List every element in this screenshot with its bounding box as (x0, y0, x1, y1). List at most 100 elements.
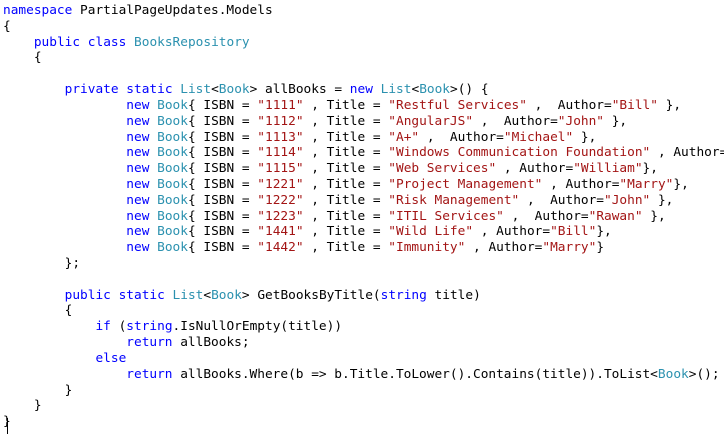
code-string-literal: "Web Services" (388, 161, 497, 177)
code-type-name: Book (157, 97, 188, 113)
code-string-literal: "1111" (257, 97, 304, 113)
code-line: } (3, 414, 724, 430)
code-type-name: List (172, 287, 204, 303)
code-keyword: static (118, 287, 165, 303)
code-string-literal: "Rawan" (588, 208, 643, 224)
code-string-literal: "Bill" (550, 224, 597, 240)
code-text: , Author= (473, 113, 558, 129)
code-text: }; (3, 256, 81, 271)
code-string-literal: "Marry" (542, 240, 597, 256)
code-keyword: new (126, 145, 150, 161)
code-block[interactable]: namespace PartialPageUpdates.Models { pub… (3, 3, 724, 430)
code-keyword: new (126, 224, 150, 240)
code-line: public class BooksRepository (3, 35, 724, 51)
code-line: new Book{ ISBN = "1115" , Title = "Web S… (3, 161, 724, 177)
code-text: , Title = (303, 208, 389, 224)
code-text: < (203, 287, 212, 303)
code-string-literal: "1115" (257, 161, 304, 177)
code-keyword: new (126, 176, 150, 192)
code-type-name: BooksRepository (134, 34, 250, 50)
code-line: return allBooks; (3, 335, 724, 351)
code-line: }; (3, 256, 724, 272)
code-text: , Author= (473, 224, 551, 240)
code-string-literal: "1114" (257, 145, 304, 161)
code-type-name: Book (157, 113, 188, 129)
code-line: new Book{ ISBN = "1112" , Title = "Angul… (3, 114, 724, 130)
code-type-name: Book (157, 129, 188, 145)
code-keyword: return (126, 335, 173, 351)
code-line: } (3, 383, 724, 399)
code-line: if (string.IsNullOrEmpty(title)) (3, 319, 724, 335)
code-string-literal: "Michael" (503, 129, 574, 145)
code-line: namespace PartialPageUpdates.Models (3, 3, 724, 19)
code-editor[interactable]: namespace PartialPageUpdates.Models { pub… (0, 0, 724, 442)
code-type-name: Book (218, 82, 250, 98)
code-text: { (3, 50, 42, 66)
code-line: new Book{ ISBN = "1221" , Title = "Proje… (3, 177, 724, 193)
code-text: , Author= (465, 240, 543, 256)
code-text: } (3, 382, 73, 398)
code-text: , Author= (542, 176, 620, 192)
code-text: , Author= (650, 145, 724, 161)
code-text: }, (642, 161, 658, 177)
code-text: title) (426, 287, 481, 303)
code-keyword: else (95, 350, 127, 366)
code-string-literal: "A+" (388, 129, 420, 145)
code-text: , Title = (303, 176, 389, 192)
code-string-literal: "AngularJS" (388, 113, 474, 129)
code-string-literal: "Project Management" (388, 176, 543, 192)
code-text: } (3, 398, 42, 414)
code-line: else (3, 351, 724, 367)
code-string-literal: "Immunity" (388, 240, 466, 256)
code-text: } (596, 240, 605, 256)
code-keyword: new (126, 192, 150, 208)
code-text: , Author= (496, 161, 574, 177)
code-keyword: if (95, 319, 111, 335)
code-string-literal: "Restful Services" (388, 97, 527, 113)
code-type-name: List (380, 82, 412, 98)
code-text: { ISBN = (187, 145, 258, 161)
code-type-name: Book (657, 366, 689, 382)
code-line: new Book{ ISBN = "1114" , Title = "Windo… (3, 145, 724, 161)
code-line: private static List<Book> allBooks = new… (3, 82, 724, 98)
code-line: { (3, 50, 724, 66)
code-text: { ISBN = (187, 192, 258, 208)
code-string-literal: "John" (557, 113, 605, 129)
code-keyword: public (33, 34, 81, 50)
code-string-literal: "1113" (257, 129, 304, 145)
code-type-name: Book (157, 240, 188, 256)
code-keyword: static (126, 82, 173, 98)
code-text: , Author= (519, 192, 605, 208)
code-text: { ISBN = (187, 97, 258, 113)
code-text: }, (642, 208, 666, 224)
code-text: < (211, 82, 219, 98)
code-text: }, (596, 224, 612, 240)
code-keyword: namespace (3, 3, 73, 18)
code-keyword: public (64, 287, 111, 303)
code-text: { ISBN = (187, 176, 258, 192)
code-text: > allBooks = (249, 82, 350, 98)
code-string-literal: "Wild Life" (388, 224, 474, 240)
code-line: new Book{ ISBN = "1223" , Title = "ITIL … (3, 209, 724, 225)
